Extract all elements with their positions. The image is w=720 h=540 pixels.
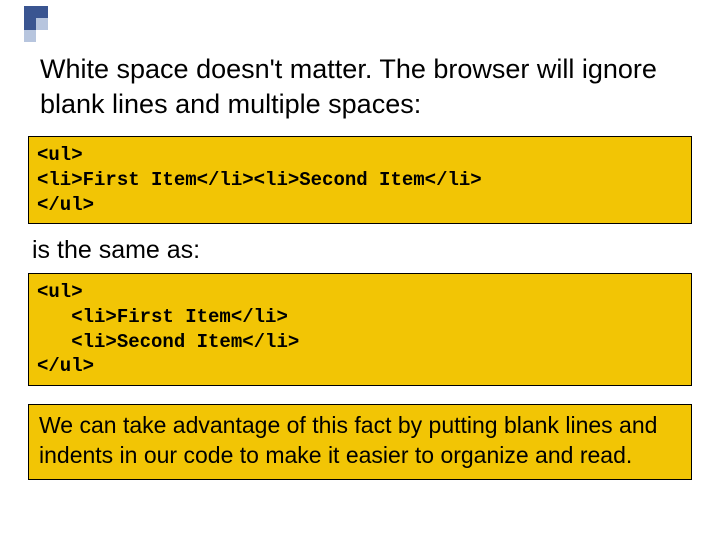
intro-text: White space doesn't matter. The browser … (40, 52, 684, 122)
code-example-1: <ul> <li>First Item</li><li>Second Item<… (28, 136, 692, 224)
slide-corner-decoration (0, 0, 60, 50)
slide-content: White space doesn't matter. The browser … (28, 52, 692, 480)
mid-text: is the same as: (32, 236, 692, 265)
outro-text: We can take advantage of this fact by pu… (28, 404, 692, 480)
code-example-2: <ul> <li>First Item</li> <li>Second Item… (28, 273, 692, 386)
